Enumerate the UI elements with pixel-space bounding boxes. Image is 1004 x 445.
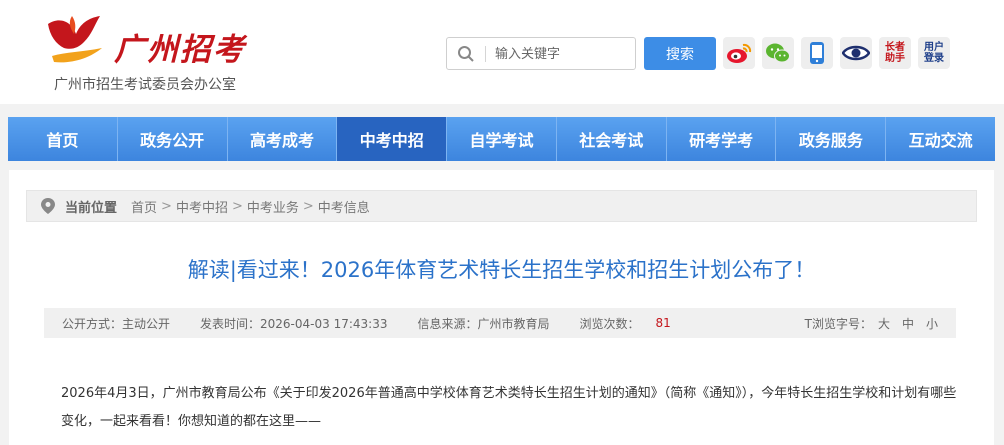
- nav-item-gaokao[interactable]: 高考成考: [228, 117, 338, 161]
- site-logo[interactable]: 广州招考 广州市招生考试委员会办公室: [42, 12, 282, 96]
- article-meta: 公开方式：主动公开 发表时间：2026-04-03 17:43:33 信息来源：…: [44, 308, 956, 338]
- font-size-small[interactable]: 小: [926, 317, 938, 331]
- accessibility-button[interactable]: [840, 37, 872, 69]
- search-divider: [485, 46, 486, 62]
- font-size-medium[interactable]: 中: [902, 317, 914, 331]
- breadcrumb-home[interactable]: 首页: [131, 197, 157, 216]
- nav-item-home[interactable]: 首页: [8, 117, 118, 161]
- meta-views-count: 81: [655, 316, 671, 330]
- torch-logo-icon: [48, 16, 102, 63]
- search-icon: [458, 46, 474, 62]
- meta-source: 信息来源：广州市教育局: [417, 316, 550, 331]
- breadcrumb-separator: >: [302, 198, 314, 214]
- elderly-helper-button[interactable]: 长者 助手: [879, 37, 911, 69]
- weibo-button[interactable]: [723, 37, 755, 69]
- login-label-bottom: 登录: [924, 53, 944, 64]
- nav-item-government-services[interactable]: 政务服务: [776, 117, 887, 161]
- helper-label-top: 长者: [885, 42, 905, 53]
- breadcrumb: 当前位置 首页 > 中考中招 > 中考业务 > 中考信息: [26, 190, 977, 222]
- nav-item-social-exam[interactable]: 社会考试: [557, 117, 667, 161]
- article-title: 解读|看过来！2026年体育艺术特长生招生学校和招生计划公布了！: [187, 258, 816, 282]
- breadcrumb-zhongkao[interactable]: 中考中招: [176, 197, 228, 216]
- site-header: 广州招考 广州市招生考试委员会办公室 搜索: [0, 0, 1004, 104]
- search-input[interactable]: [495, 43, 631, 65]
- meta-font-label: T浏览字号：: [804, 316, 872, 331]
- main-nav: 首页 政务公开 高考成考 中考中招 自学考试 社会考试 研考学考 政务服务 互动…: [8, 117, 995, 161]
- helper-label-bottom: 助手: [885, 53, 905, 64]
- eye-icon: [842, 45, 870, 61]
- nav-item-government-affairs[interactable]: 政务公开: [118, 117, 228, 161]
- breadcrumb-zhongkao-info[interactable]: 中考信息: [318, 197, 370, 216]
- wechat-icon: [766, 43, 790, 63]
- breadcrumb-separator: >: [161, 198, 172, 214]
- meta-disclosure: 公开方式：主动公开: [62, 316, 171, 331]
- font-size-large[interactable]: 大: [878, 317, 890, 331]
- mobile-button[interactable]: [801, 37, 833, 69]
- login-label-top: 用户: [924, 42, 944, 53]
- article-container: 当前位置 首页 > 中考中招 > 中考业务 > 中考信息 解读|看过来！2026…: [9, 170, 994, 445]
- logo-title: 广州招考: [114, 32, 246, 68]
- breadcrumb-zhongkao-business[interactable]: 中考业务: [247, 197, 299, 216]
- mobile-icon: [810, 42, 824, 64]
- logo-subtitle: 广州市招生考试委员会办公室: [54, 77, 236, 93]
- article-body-paragraph: 2026年4月3日，广州市教育局公布《关于印发2026年普通高中学校体育艺术类特…: [61, 386, 957, 429]
- search-button[interactable]: 搜索: [644, 37, 716, 70]
- nav-item-self-study-exam[interactable]: 自学考试: [447, 117, 557, 161]
- user-login-button[interactable]: 用户 登录: [918, 37, 950, 69]
- location-pin-icon: [41, 198, 55, 214]
- wechat-button[interactable]: [762, 37, 794, 69]
- nav-item-zhongkao[interactable]: 中考中招: [337, 117, 448, 161]
- nav-item-interaction[interactable]: 互动交流: [886, 117, 995, 161]
- weibo-icon: [727, 43, 752, 63]
- font-size-controls: 大中小: [872, 315, 944, 332]
- nav-item-graduate-exam[interactable]: 研考学考: [667, 117, 777, 161]
- meta-views-label: 浏览次数：: [579, 316, 640, 331]
- breadcrumb-separator: >: [231, 198, 243, 214]
- search-box: [446, 37, 636, 70]
- breadcrumb-label: 当前位置: [65, 200, 118, 216]
- meta-publish-time: 发表时间：2026-04-03 17:43:33: [200, 316, 388, 331]
